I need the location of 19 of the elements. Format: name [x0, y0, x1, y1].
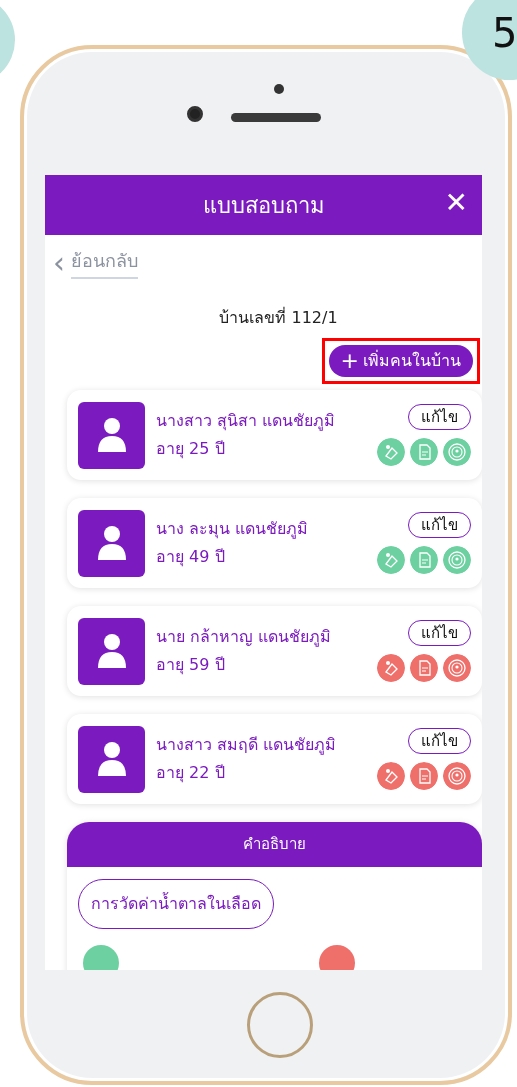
step-number: 5 — [462, 0, 517, 80]
legend-title: คำอธิบาย — [243, 834, 306, 856]
member-name: นางสาว สมฤดี แดนชัยภูมิ — [156, 734, 338, 757]
member-age: อายุ 49 ปี — [156, 546, 226, 569]
edit-button[interactable]: แก้ไข — [408, 403, 471, 431]
member-age: อายุ 25 ปี — [156, 438, 226, 461]
edit-button[interactable]: แก้ไข — [408, 619, 471, 647]
legend-chip[interactable]: การวัดค่าน้ำตาลในเลือด — [78, 879, 274, 929]
member-name: นาง ละมุน แดนชัยภูมิ — [156, 518, 310, 541]
edit-button[interactable]: แก้ไข — [408, 511, 471, 539]
add-member-button[interactable]: + เพิ่มคนในบ้าน — [328, 345, 473, 377]
member-age: อายุ 22 ปี — [156, 762, 226, 785]
edit-button[interactable]: แก้ไข — [408, 727, 471, 755]
close-button[interactable]: ✕ — [442, 187, 470, 219]
member-name: นางสาว สุนิสา แดนชัยภูมิ — [156, 410, 337, 433]
member-name: นาย กล้าหาญ แดนชัยภูมิ — [156, 626, 333, 649]
member-age: อายุ 59 ปี — [156, 654, 226, 677]
house-number: บ้านเลขที่ 112/1 — [218, 306, 339, 329]
header-title: แบบสอบถาม — [202, 191, 325, 220]
